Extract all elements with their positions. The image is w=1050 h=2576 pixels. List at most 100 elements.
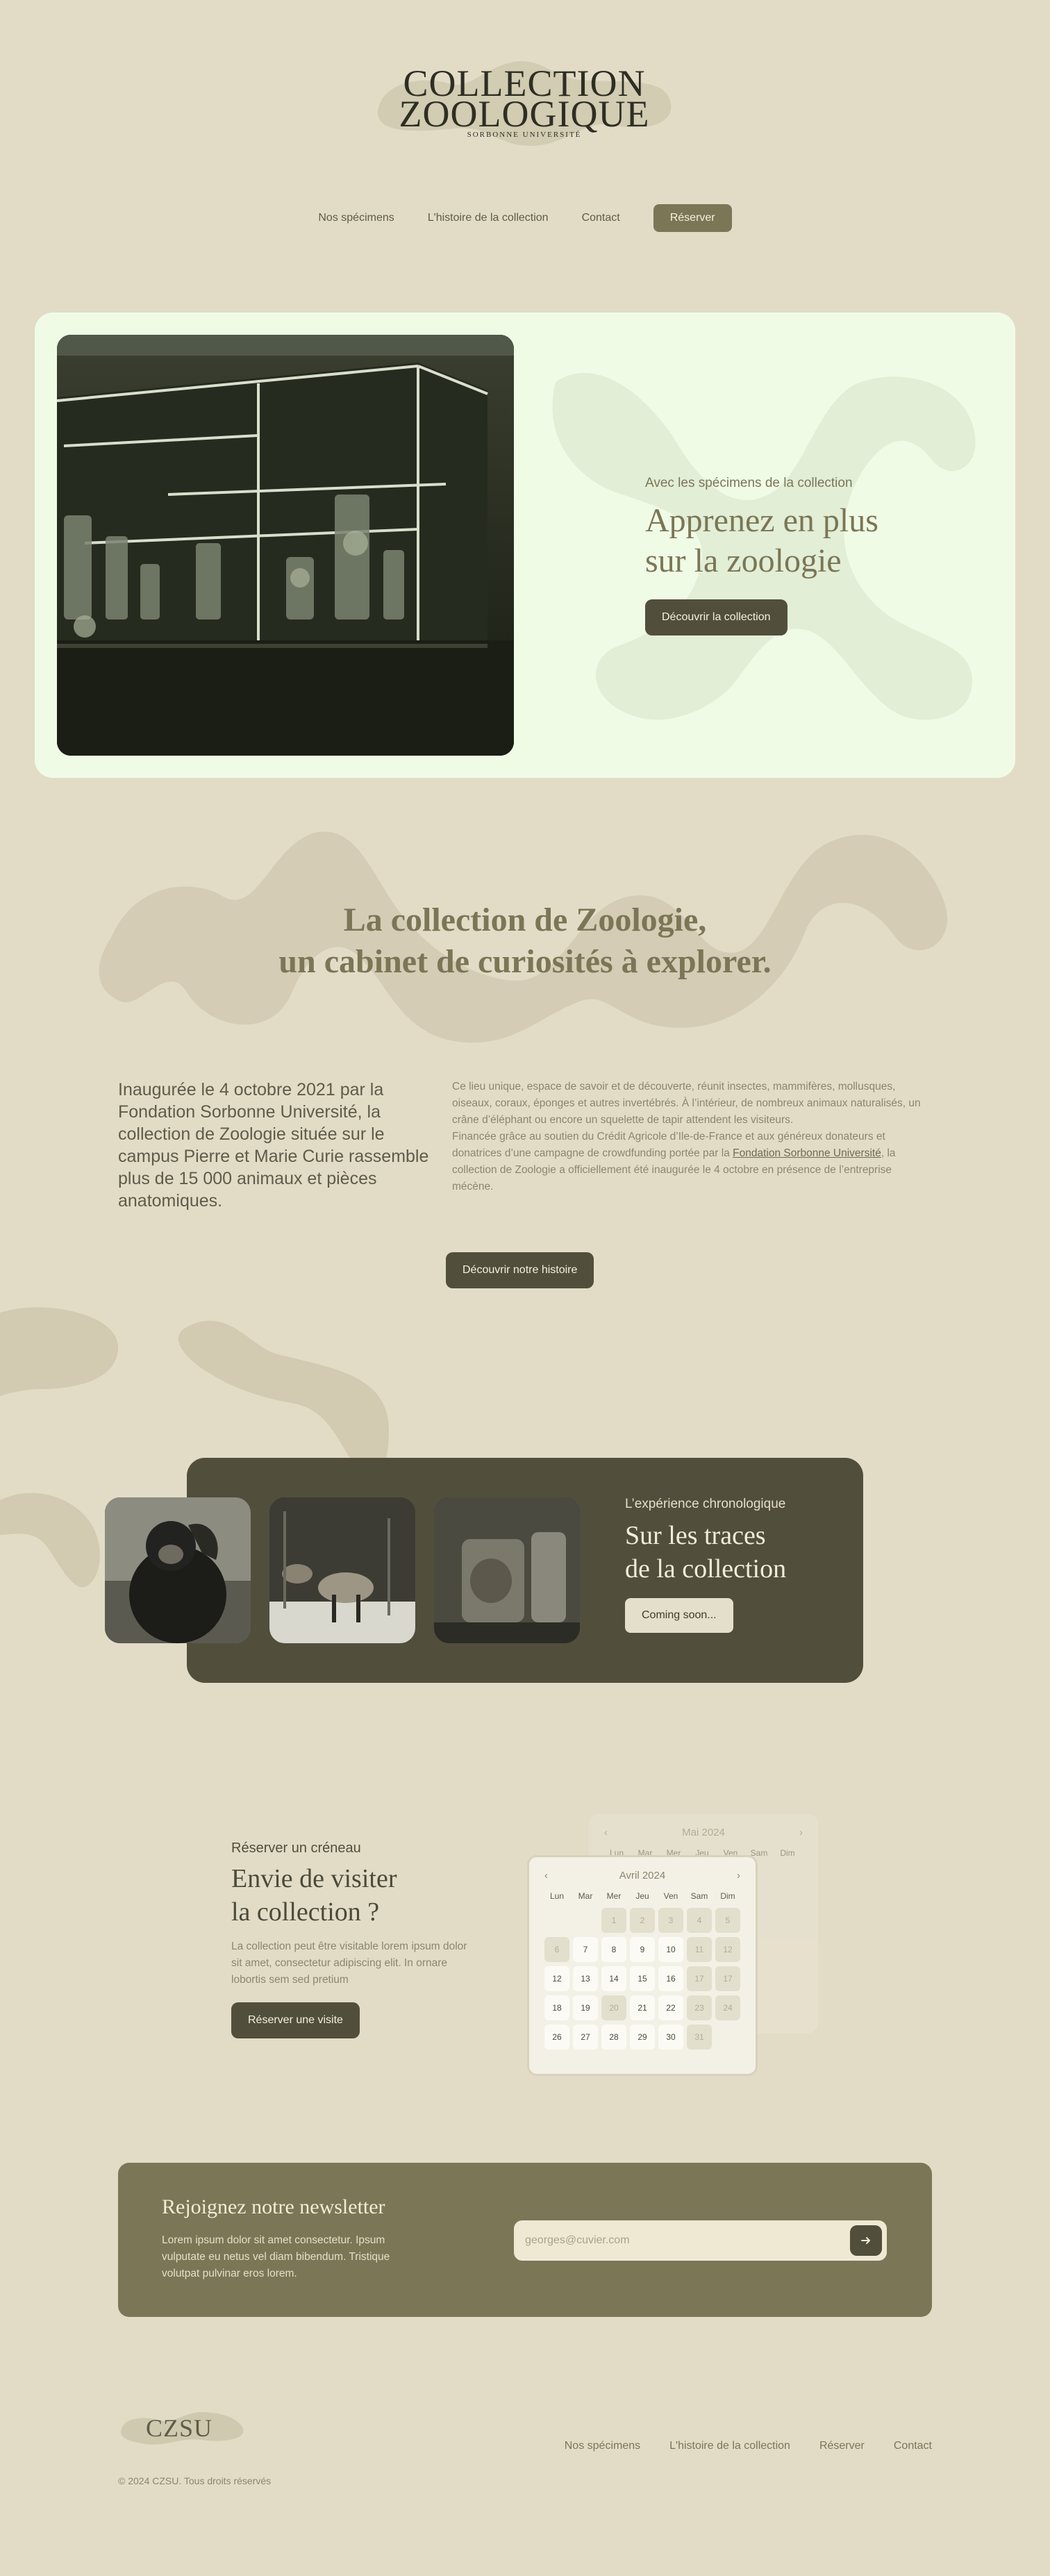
about-lead: Inaugurée le 4 octobre 2021 par la Fonda… (118, 1080, 429, 1211)
calendar-day: 23 (687, 1995, 712, 2020)
hero-card: Avec les spécimens de la collection Appr… (35, 313, 1015, 778)
nav-reserve-button[interactable]: Réserver (653, 204, 732, 232)
calendar-day[interactable]: 19 (573, 1995, 598, 2020)
logo-subtitle: SORBONNE UNIVERSITÉ (467, 131, 582, 139)
calendar-grid: 1 2 3 4 5 6 7 8 9 10 11 12 12 13 14 15 16 17 17 18 19 20 21 22 2… (544, 1908, 740, 2050)
calendar-day[interactable]: 27 (573, 2025, 598, 2050)
calendar-front: ‹ Avril 2024 › Lun Mar Mer Jeu Ven Sam Dim 123… (527, 1855, 758, 2076)
reserve-visit-button[interactable]: Réserver une visite (231, 2002, 360, 2038)
calendar-day[interactable]: 26 (544, 2025, 569, 2050)
calendar-day[interactable]: 18 (544, 1995, 569, 2020)
calendar-empty-cell (715, 2025, 740, 2050)
newsletter-email-input[interactable] (525, 2220, 831, 2261)
thumb-specimens-image (269, 1497, 415, 1643)
coming-soon-button[interactable]: Coming soon... (625, 1598, 733, 1633)
calendar-day[interactable]: 22 (658, 1995, 683, 2020)
reserve-title-line2: la collection ? (231, 1897, 380, 1927)
calendar-month: Avril 2024 (619, 1870, 666, 1881)
reserve-title: Envie de visiter la collection ? (231, 1862, 467, 1929)
fondation-sorbonne-link[interactable]: Fondation Sorbonne Université (733, 1147, 881, 1159)
calendar-day: 6 (544, 1937, 569, 1962)
reserve-text-block: Réserver un créneau Envie de visiter la … (231, 1840, 467, 2038)
about-body-paragraph-2: Financée grâce au soutien du Crédit Agri… (452, 1129, 931, 1195)
calendar-weekdays: Lun Mar Mer Jeu Ven Sam Dim (544, 1891, 740, 1901)
footer-link-reserve[interactable]: Réserver (819, 2440, 865, 2452)
calendar-day: 1 (601, 1908, 626, 1933)
calendar-back-next-icon[interactable]: › (799, 1827, 803, 1838)
calendar-weekday: Mar (578, 1891, 593, 1901)
calendar-day: 11 (687, 1937, 712, 1962)
calendar-empty-cell (573, 1908, 598, 1933)
calendar-weekday: Mer (606, 1891, 622, 1901)
calendar-day[interactable]: 7 (573, 1937, 598, 1962)
chrono-text-block: L’expérience chronologique Sur les trace… (625, 1497, 847, 1633)
hero-title-line1: Apprenez en plus (645, 502, 878, 539)
nav-link-specimens[interactable]: Nos spécimens (318, 212, 394, 224)
calendar-weekday: Sam (690, 1891, 708, 1901)
calendar-prev-icon[interactable]: ‹ (544, 1870, 548, 1881)
calendar-back-prev-icon[interactable]: ‹ (604, 1827, 608, 1838)
calendar-day[interactable]: 21 (630, 1995, 655, 2020)
newsletter-text: Lorem ipsum dolor sit amet consectetur. … (162, 2234, 390, 2279)
calendar-day: 20 (601, 1995, 626, 2020)
calendar-day[interactable]: 30 (658, 2025, 683, 2050)
calendar-day[interactable]: 13 (573, 1966, 598, 1991)
about-title: La collection de Zoologie, un cabinet de… (0, 899, 1050, 983)
chimpanzee-illustration (105, 1497, 251, 1643)
hero-image-display-case (57, 335, 514, 756)
calendar-day[interactable]: 14 (601, 1966, 626, 1991)
reserve-text: La collection peut être visitable lorem … (231, 1941, 467, 1986)
calendar-next-icon[interactable]: › (737, 1870, 740, 1881)
calendar-day: 12 (715, 1937, 740, 1962)
footer-link-specimens[interactable]: Nos spécimens (565, 2440, 640, 2452)
chrono-title: Sur les traces de la collection (625, 1519, 847, 1586)
hero-eyebrow: Avec les spécimens de la collection (645, 476, 853, 490)
calendar-back-month: Mai 2024 (682, 1827, 725, 1838)
calendar-day[interactable]: 16 (658, 1966, 683, 1991)
calendar-day[interactable]: 29 (630, 2025, 655, 2050)
thumb-chimpanzee-image (105, 1497, 251, 1643)
newsletter-card: Rejoignez notre newsletter Lorem ipsum d… (118, 2163, 932, 2317)
discover-history-button[interactable]: Découvrir notre histoire (446, 1252, 594, 1288)
discover-collection-button[interactable]: Découvrir la collection (645, 599, 788, 635)
chrono-eyebrow: L’expérience chronologique (625, 1497, 786, 1511)
about-title-line2: un cabinet de curiosités à explorer. (278, 943, 772, 980)
newsletter-form (514, 2220, 887, 2261)
calendar-weekday: Dim (780, 1848, 795, 1858)
newsletter-submit-button[interactable] (850, 2225, 882, 2256)
calendar-day[interactable]: 28 (601, 2025, 626, 2050)
site-logo[interactable]: COLLECTION ZOOLOGIQUE SORBONNE UNIVERSIT… (372, 42, 677, 153)
jar-illustration (434, 1497, 580, 1643)
about-body: Ce lieu unique, espace de savoir et de d… (452, 1079, 931, 1195)
hero-title: Apprenez en plus sur la zoologie (645, 501, 937, 581)
calendar-day: 4 (687, 1908, 712, 1933)
chrono-title-line1: Sur les traces (625, 1521, 766, 1550)
calendar-day[interactable]: 12 (544, 1966, 569, 1991)
nav-link-contact[interactable]: Contact (582, 212, 620, 224)
footer-link-history[interactable]: L'histoire de la collection (669, 2440, 790, 2452)
footer-logo[interactable]: CZSU (118, 2407, 250, 2448)
logo-title-line2: ZOOLOGIQUE (399, 93, 650, 135)
arrow-right-icon (861, 2237, 870, 2244)
calendar-day[interactable]: 15 (630, 1966, 655, 1991)
reserve-title-line1: Envie de visiter (231, 1864, 397, 1893)
hero-title-line2: sur la zoologie (645, 542, 842, 579)
calendar-day: 17 (687, 1966, 712, 1991)
calendar-day: 3 (658, 1908, 683, 1933)
calendar-day[interactable]: 9 (630, 1937, 655, 1962)
thumb-jar-image (434, 1497, 580, 1643)
calendar-weekday: Ven (663, 1891, 678, 1901)
calendar-day[interactable]: 10 (658, 1937, 683, 1962)
copyright: © 2024 CZSU. Tous droits réservés (118, 2475, 272, 2486)
about-title-line1: La collection de Zoologie, (343, 901, 707, 938)
newsletter-title: Rejoignez notre newsletter (162, 2195, 385, 2218)
nav-link-history[interactable]: L'histoire de la collection (428, 212, 549, 224)
reserve-eyebrow: Réserver un créneau (231, 1840, 361, 1856)
footer-logo-text: CZSU (146, 2414, 213, 2442)
calendar-empty-cell (544, 1908, 569, 1933)
footer-link-contact[interactable]: Contact (894, 2440, 932, 2452)
calendar-day[interactable]: 8 (601, 1937, 626, 1962)
about-body-paragraph-1: Ce lieu unique, espace de savoir et de d… (452, 1081, 921, 1126)
calendar-day: 24 (715, 1995, 740, 2020)
calendar-day: 2 (630, 1908, 655, 1933)
